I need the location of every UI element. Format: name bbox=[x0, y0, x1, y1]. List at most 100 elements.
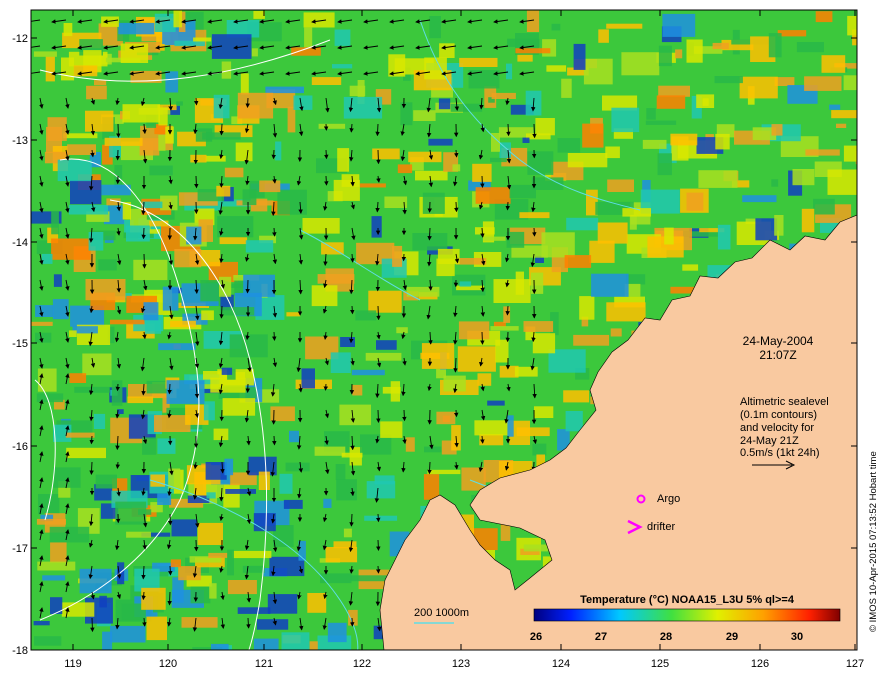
velocity-arrow bbox=[453, 409, 459, 418]
sst-patch bbox=[133, 259, 168, 281]
velocity-arrow bbox=[375, 123, 380, 137]
sst-patch bbox=[341, 452, 363, 458]
sst-patch bbox=[714, 76, 743, 84]
sst-patch bbox=[506, 63, 513, 80]
sst-patch bbox=[126, 531, 151, 538]
colorbar-gradient bbox=[533, 608, 841, 622]
sst-patch bbox=[51, 238, 91, 260]
sst-patch bbox=[656, 95, 686, 109]
sst-patch bbox=[237, 607, 271, 614]
velocity-arrow bbox=[219, 123, 224, 136]
sst-patch bbox=[181, 617, 218, 628]
sst-patch bbox=[208, 552, 228, 558]
velocity-arrow bbox=[402, 409, 407, 422]
sst-patch bbox=[573, 43, 586, 70]
sst-patch bbox=[193, 37, 212, 42]
sst-patch bbox=[515, 48, 551, 54]
sst-patch bbox=[98, 259, 117, 271]
sst-patch bbox=[712, 42, 729, 50]
sst-patch bbox=[829, 104, 841, 110]
sst-patch bbox=[110, 319, 145, 325]
sst-patch bbox=[459, 281, 472, 287]
sst-patch bbox=[242, 189, 257, 206]
sst-patch bbox=[53, 274, 62, 287]
sst-patch bbox=[573, 334, 610, 346]
sst-patch bbox=[279, 473, 293, 494]
altimetric-line-5: 0.5m/s (1kt 24h) bbox=[740, 447, 819, 459]
sst-patch bbox=[211, 643, 229, 650]
sst-patch bbox=[382, 386, 401, 394]
velocity-arrow bbox=[116, 123, 121, 138]
sst-patch bbox=[365, 352, 402, 361]
sst-patch bbox=[507, 38, 540, 47]
sst-patch bbox=[283, 499, 303, 509]
sst-patch bbox=[337, 148, 350, 172]
velocity-arrow bbox=[532, 123, 537, 139]
sst-patch bbox=[475, 227, 495, 235]
sst-patch bbox=[400, 102, 413, 126]
sst-patch bbox=[265, 86, 304, 94]
sst-patch bbox=[304, 27, 313, 48]
altimetric-line-2: (0.1m contours) bbox=[740, 409, 817, 421]
sst-patch bbox=[158, 134, 166, 151]
sst-patch bbox=[459, 57, 498, 67]
sst-patch bbox=[566, 217, 599, 231]
sst-patch bbox=[68, 204, 108, 215]
velocity-arrow bbox=[480, 175, 485, 188]
sst-patch bbox=[157, 493, 172, 505]
velocity-arrow bbox=[219, 305, 224, 319]
sst-patch bbox=[415, 170, 448, 181]
velocity-arrow bbox=[376, 149, 381, 165]
sst-patch bbox=[607, 179, 634, 192]
sst-patch bbox=[582, 123, 604, 148]
lon-label: 119 bbox=[64, 658, 82, 670]
sst-patch bbox=[227, 580, 257, 595]
sst-patch bbox=[273, 525, 294, 547]
sst-patch bbox=[350, 575, 390, 582]
sst-patch bbox=[821, 55, 846, 73]
sst-patch bbox=[531, 272, 544, 294]
lon-label: 122 bbox=[353, 658, 371, 670]
map-time: 21:07Z bbox=[759, 348, 796, 362]
lat-label: -17 bbox=[12, 543, 28, 555]
velocity-arrow bbox=[375, 565, 381, 574]
velocity-arrow bbox=[167, 591, 172, 606]
sst-patch bbox=[490, 326, 519, 331]
sst-patch bbox=[686, 39, 703, 63]
sst-patch bbox=[240, 73, 249, 95]
sst-patch bbox=[173, 10, 182, 28]
sst-patch bbox=[333, 179, 360, 201]
sst-patch bbox=[526, 10, 540, 32]
velocity-arrow bbox=[168, 565, 173, 576]
sst-patch bbox=[742, 195, 777, 203]
sst-patch bbox=[523, 321, 554, 332]
sst-patch bbox=[42, 575, 66, 581]
sst-patch bbox=[645, 120, 677, 125]
sst-patch bbox=[503, 306, 511, 323]
sst-patch bbox=[771, 124, 783, 136]
lat-label: -12 bbox=[12, 33, 28, 45]
sst-patch bbox=[368, 290, 402, 313]
sst-patch bbox=[334, 29, 351, 46]
sst-patch bbox=[670, 133, 698, 146]
sst-patch bbox=[439, 43, 455, 58]
sst-patch bbox=[458, 321, 490, 340]
sst-patch bbox=[546, 65, 567, 72]
velocity-arrow bbox=[324, 175, 329, 186]
sst-patch bbox=[702, 98, 709, 106]
sst-patch bbox=[457, 346, 496, 372]
sst-patch bbox=[206, 492, 216, 499]
velocity-arrow bbox=[246, 617, 251, 629]
sst-patch bbox=[854, 246, 857, 268]
velocity-arrow bbox=[480, 331, 485, 345]
sst-patch bbox=[332, 64, 353, 69]
sst-patch bbox=[242, 565, 265, 573]
sst-patch bbox=[424, 446, 442, 453]
sst-patch bbox=[69, 330, 77, 337]
sst-patch bbox=[597, 222, 628, 244]
sst-patch bbox=[626, 274, 646, 285]
velocity-arrow bbox=[350, 305, 355, 315]
sst-patch bbox=[149, 165, 173, 176]
colorbar-tick: 30 bbox=[791, 631, 803, 643]
sst-patch bbox=[235, 142, 253, 162]
